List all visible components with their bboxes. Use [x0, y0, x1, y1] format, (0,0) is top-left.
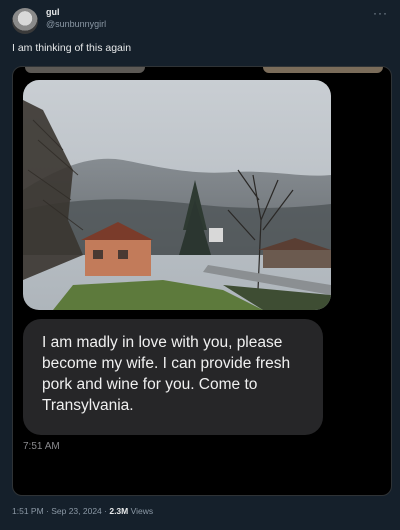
tweet-media-screenshot[interactable]: I am madly in love with you, please beco… [12, 66, 392, 496]
chat-message-text: I am madly in love with you, please beco… [42, 334, 291, 414]
more-icon[interactable]: ··· [373, 6, 388, 20]
tweet-text: I am thinking of this again [12, 42, 132, 54]
chat-message-time: 7:51 AM [23, 441, 60, 452]
cropped-image-edge [263, 67, 383, 73]
author-display-name[interactable]: gul [46, 7, 60, 17]
chat-photo [23, 80, 331, 310]
tweet-meta: 1:51 PM · Sep 23, 2024 · 2.3M Views [12, 506, 153, 516]
tweet-header: gul @sunbunnygirl ··· [10, 6, 390, 36]
chat-message-bubble: I am madly in love with you, please beco… [23, 319, 323, 435]
cropped-image-edge [25, 67, 145, 73]
avatar[interactable] [12, 8, 38, 34]
tweet-timestamp[interactable]: 1:51 PM · Sep 23, 2024 · [12, 506, 109, 516]
views-count[interactable]: 2.3M [109, 506, 128, 516]
author-handle[interactable]: @sunbunnygirl [46, 19, 106, 29]
views-label: Views [128, 506, 154, 516]
